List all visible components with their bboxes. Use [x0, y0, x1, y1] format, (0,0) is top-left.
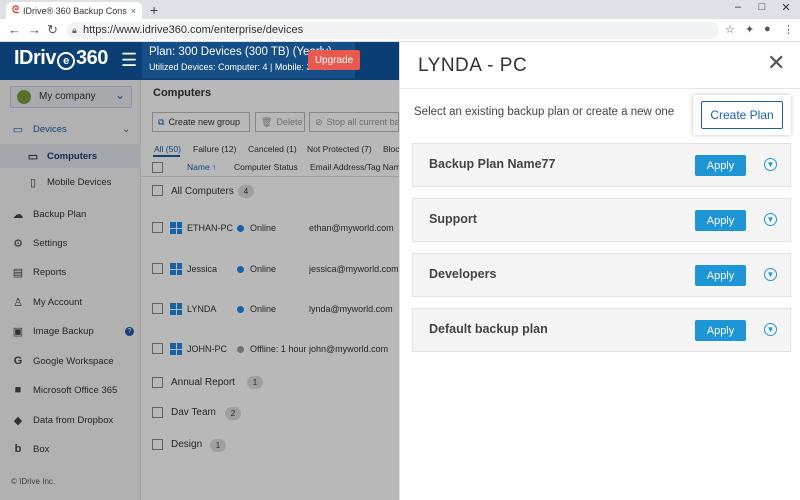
plan-name: Backup Plan Name77 [429, 157, 556, 171]
plan-card: Support Apply ▼ [412, 198, 791, 242]
maximize-button[interactable]: □ [752, 1, 772, 13]
idrive-favicon-icon: ᘓ [12, 5, 20, 16]
bookmark-star-icon[interactable]: ☆ [725, 23, 735, 36]
plan-card: Backup Plan Name77 Apply ▼ [412, 143, 791, 187]
lock-icon: 🔒︎ [72, 25, 77, 35]
plan-card: Developers Apply ▼ [412, 253, 791, 297]
chevron-down-icon[interactable]: ▼ [764, 158, 777, 171]
modal-backdrop[interactable] [0, 80, 399, 500]
window-close-button[interactable]: ✕ [776, 1, 796, 14]
url-field[interactable]: 🔒︎ https://www.idrive360.com/enterprise/… [67, 22, 719, 39]
plan-name: Developers [429, 267, 497, 281]
forward-icon[interactable]: → [28, 22, 41, 37]
logo-360-text: 360 [75, 47, 108, 69]
logo-text: IDriv [14, 47, 56, 69]
tab-title: IDrive® 360 Backup Console for [23, 5, 127, 16]
chevron-down-icon[interactable]: ▼ [764, 323, 777, 336]
extensions-icon[interactable]: ✦ [745, 23, 754, 36]
new-tab-button[interactable]: + [150, 2, 158, 18]
plan-name: Default backup plan [429, 322, 548, 336]
menu-dots-icon[interactable]: ⋮ [783, 23, 794, 36]
divider [399, 88, 800, 89]
apply-button[interactable]: Apply [695, 320, 746, 341]
logo-e-icon: e [56, 52, 75, 70]
address-bar: ← → ↻ 🔒︎ https://www.idrive360.com/enter… [0, 19, 800, 42]
url-text: https://www.idrive360.com/enterprise/dev… [83, 24, 304, 36]
plan-name: Support [429, 212, 477, 226]
panel-instructions: Select an existing backup plan or create… [414, 106, 675, 118]
apply-button[interactable]: Apply [695, 210, 746, 231]
apply-button[interactable]: Apply [695, 155, 746, 176]
reload-icon[interactable]: ↻ [47, 22, 58, 38]
minimize-button[interactable]: – [728, 1, 748, 13]
tab-close-icon[interactable]: × [131, 6, 136, 16]
browser-tab[interactable]: ᘓ IDrive® 360 Backup Console for × [6, 2, 142, 19]
plan-card: Default backup plan Apply ▼ [412, 308, 791, 352]
panel-title: LYNDA - PC [418, 55, 528, 76]
create-plan-button[interactable]: Create Plan [701, 101, 783, 129]
chevron-down-icon[interactable]: ▼ [764, 213, 777, 226]
close-icon[interactable]: ✕ [767, 52, 785, 74]
upgrade-button[interactable]: Upgrade [308, 50, 360, 70]
plan-utilization: Utilized Devices: Computer: 4 | Mobile: … [149, 62, 312, 72]
chevron-down-icon[interactable]: ▼ [764, 268, 777, 281]
idrive-360-logo[interactable]: IDriv e 360 [14, 47, 108, 70]
profile-icon[interactable]: ● [764, 23, 771, 35]
plan-title: Plan: 300 Devices (300 TB) (Yearly) [149, 46, 332, 58]
apply-button[interactable]: Apply [695, 265, 746, 286]
hamburger-menu-icon[interactable]: ☰ [121, 50, 137, 71]
back-icon[interactable]: ← [8, 22, 21, 37]
